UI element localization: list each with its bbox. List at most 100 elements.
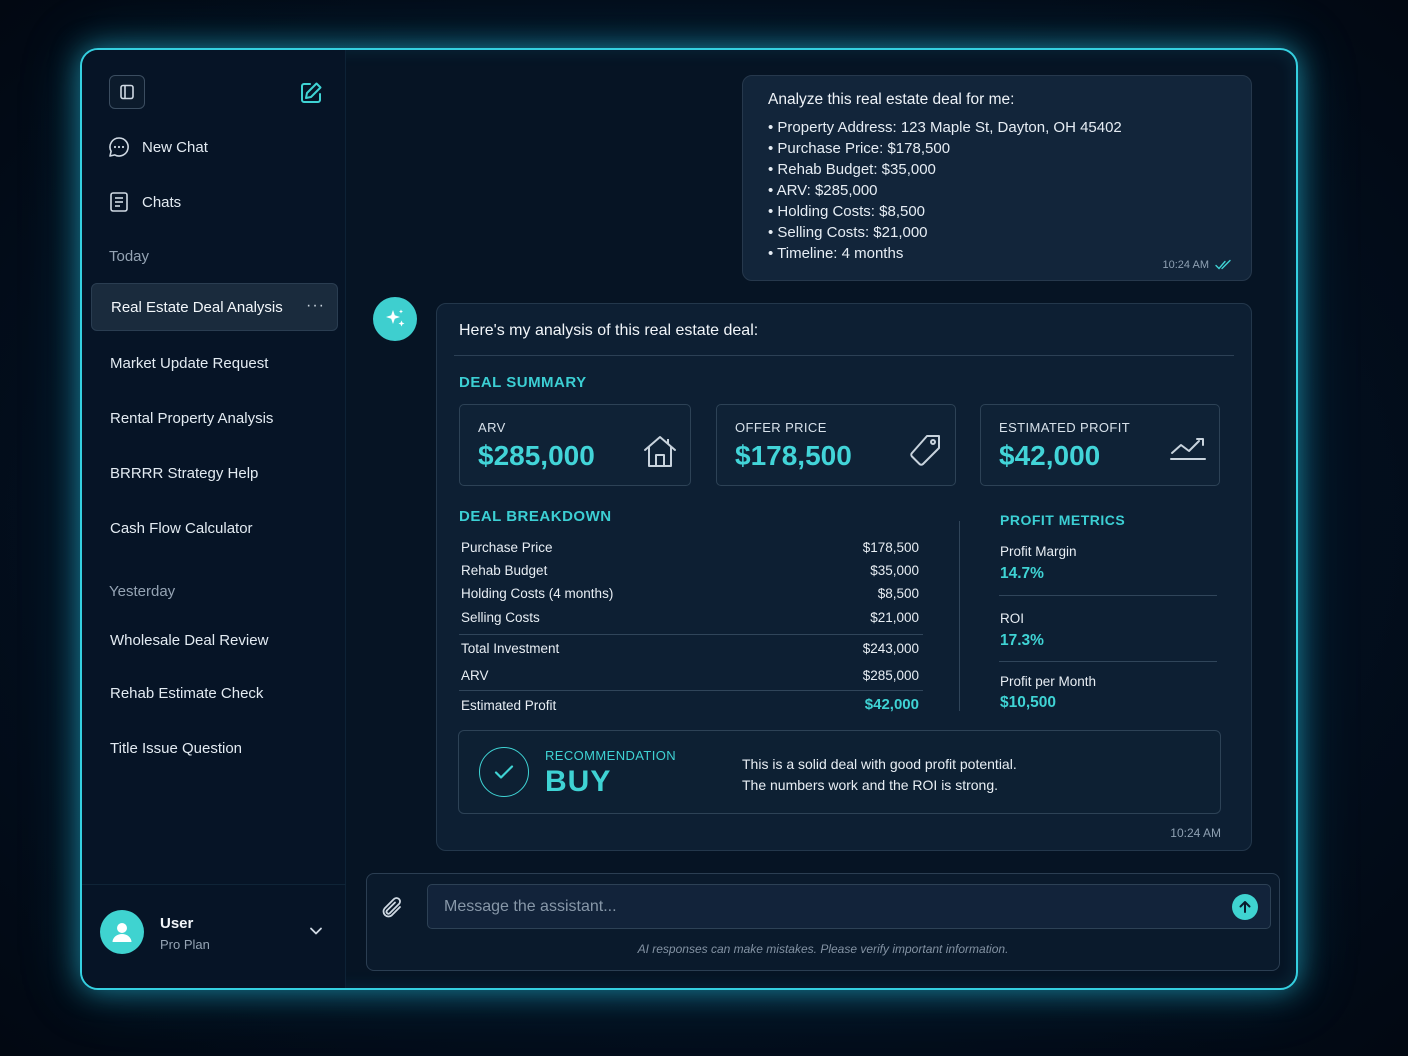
card-value: $178,500 (735, 440, 852, 471)
table-row: Purchase Price $178,500 (461, 540, 919, 555)
row-value: $21,000 (870, 610, 919, 625)
chat-item[interactable]: Rehab Estimate Check (110, 685, 263, 702)
timestamp-text: 10:24 AM (1162, 259, 1209, 271)
row-label: Estimated Profit (461, 698, 557, 713)
chat-item-active[interactable]: Real Estate Deal Analysis ··· (91, 283, 338, 331)
chats-button[interactable]: Chats (108, 191, 181, 213)
metric-label: Profit Margin (1000, 544, 1077, 559)
divider (459, 634, 923, 635)
sidebar-toggle-button[interactable] (109, 75, 145, 109)
sidebar: New Chat Chats Today Real Estate Deal An… (82, 50, 346, 988)
table-row: Selling Costs $21,000 (461, 610, 919, 625)
chat-item[interactable]: Market Update Request (110, 355, 268, 372)
table-row: ARV $285,000 (461, 668, 919, 683)
chat-item[interactable]: Cash Flow Calculator (110, 520, 253, 537)
user-name: User (160, 915, 194, 932)
app-window: New Chat Chats Today Real Estate Deal An… (80, 48, 1298, 990)
recommendation-label: RECOMMENDATION (545, 748, 677, 763)
table-row: Rehab Budget $35,000 (461, 563, 919, 578)
sidebar-panel-icon (120, 84, 134, 100)
chat-item[interactable]: Wholesale Deal Review (110, 632, 268, 649)
list-item: Rehab Budget: $35,000 (768, 159, 1226, 180)
message-composer: AI responses can make mistakes. Please v… (366, 873, 1280, 971)
row-label: Purchase Price (461, 540, 553, 555)
metric-value: 14.7% (1000, 565, 1044, 582)
sparkle-icon (386, 309, 405, 327)
chat-item-label: Real Estate Deal Analysis (111, 298, 283, 316)
home-icon (644, 436, 676, 467)
divider (999, 595, 1217, 596)
chat-bubble-icon (109, 137, 129, 157)
row-label: ARV (461, 668, 489, 683)
row-label: Holding Costs (4 months) (461, 586, 614, 601)
row-value: $285,000 (862, 668, 919, 683)
message-timestamp: 10:24 AM (1163, 259, 1233, 271)
assistant-message-bubble: Here's my analysis of this real estate d… (436, 303, 1252, 851)
paperclip-icon[interactable] (379, 894, 407, 922)
row-label: Selling Costs (461, 610, 540, 625)
section-yesterday: Yesterday (109, 583, 176, 600)
chat-item[interactable]: Title Issue Question (110, 740, 242, 757)
recommendation-line: This is a solid deal with good profit po… (742, 756, 1017, 772)
row-value: $35,000 (870, 563, 919, 578)
card-label: OFFER PRICE (735, 420, 827, 435)
chat-item[interactable]: BRRRR Strategy Help (110, 465, 258, 482)
metric-value: $10,500 (1000, 694, 1057, 711)
list-item: Holding Costs: $8,500 (768, 201, 1226, 222)
row-label: Total Investment (461, 641, 560, 656)
double-check-icon (1215, 259, 1231, 270)
deal-summary-heading: DEAL SUMMARY (459, 374, 587, 391)
message-timestamp: 10:24 AM (1170, 826, 1221, 840)
recommendation-panel: RECOMMENDATION BUY This is a solid deal … (458, 730, 1221, 814)
row-value: $178,500 (862, 540, 919, 555)
assistant-avatar (373, 297, 417, 341)
recommendation-text: This is a solid deal with good profit po… (742, 754, 1017, 796)
edit-icon (301, 82, 322, 103)
list-item: Timeline: 4 months (768, 243, 1226, 264)
user-menu[interactable]: User Pro Plan (82, 884, 346, 988)
avatar (100, 910, 144, 954)
divider (959, 521, 960, 711)
deal-details-list: Property Address: 123 Maple St, Dayton, … (768, 117, 1226, 264)
row-value: $243,000 (862, 641, 919, 656)
send-button[interactable] (1232, 894, 1258, 920)
section-today: Today (109, 248, 150, 265)
row-label: Rehab Budget (461, 563, 548, 578)
table-row: Estimated Profit $42,000 (461, 696, 919, 713)
card-value: $42,000 (999, 440, 1101, 471)
user-icon (112, 923, 132, 942)
chevron-down-icon[interactable] (308, 923, 324, 939)
chat-item[interactable]: Rental Property Analysis (110, 410, 273, 427)
document-list-icon (110, 192, 128, 212)
user-message-intro: Analyze this real estate deal for me: (768, 91, 1015, 108)
card-label: ESTIMATED PROFIT (999, 420, 1131, 435)
row-value: $42,000 (864, 696, 919, 713)
message-input-wrapper (427, 884, 1271, 929)
recommendation-line: The numbers work and the ROI is strong. (742, 777, 998, 793)
summary-card-estimated-profit: ESTIMATED PROFIT $42,000 (980, 404, 1220, 486)
new-chat-button[interactable]: New Chat (108, 136, 208, 158)
new-chat-label: New Chat (142, 138, 208, 156)
user-message-bubble: Analyze this real estate deal for me: Pr… (742, 75, 1252, 281)
divider (999, 661, 1217, 662)
card-label: ARV (478, 420, 506, 435)
disclaimer-text: AI responses can make mistakes. Please v… (637, 942, 1009, 956)
summary-card-arv: ARV $285,000 (459, 404, 691, 486)
check-circle (479, 747, 529, 797)
recommendation-value: BUY (545, 765, 612, 798)
metric-value: 17.3% (1000, 632, 1044, 649)
message-input[interactable] (444, 897, 1254, 916)
profit-metrics-heading: PROFIT METRICS (1000, 512, 1126, 528)
list-item: Property Address: 123 Maple St, Dayton, … (768, 117, 1226, 138)
user-plan: Pro Plan (160, 937, 210, 952)
row-value: $8,500 (877, 586, 919, 601)
more-options-icon[interactable]: ··· (306, 297, 325, 315)
new-chat-compose-button[interactable] (299, 81, 323, 105)
check-icon (494, 765, 514, 779)
divider (454, 355, 1234, 356)
price-tag-icon (910, 435, 940, 466)
arrow-up-icon (1239, 901, 1251, 913)
list-item: Purchase Price: $178,500 (768, 138, 1226, 159)
summary-card-offer-price: OFFER PRICE $178,500 (716, 404, 956, 486)
list-item: Selling Costs: $21,000 (768, 222, 1226, 243)
